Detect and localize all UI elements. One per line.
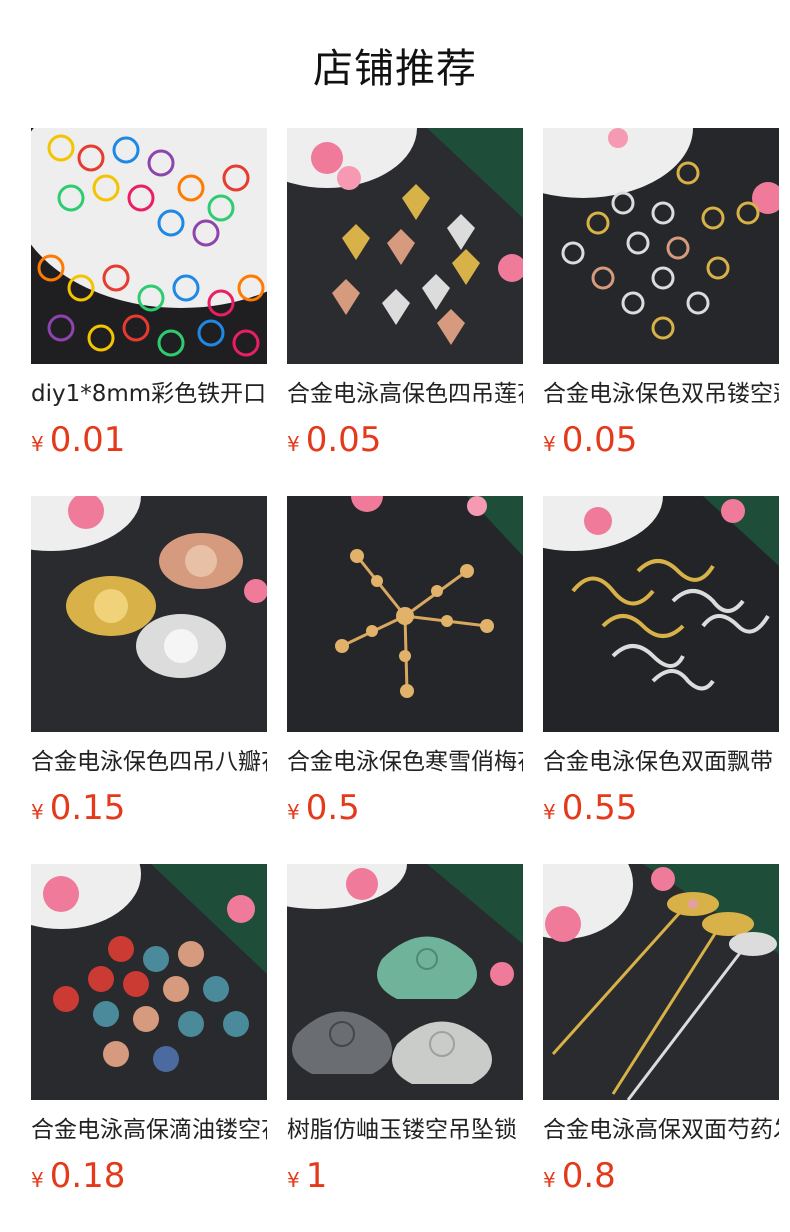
product-price: ¥0.5 — [287, 788, 523, 828]
currency-symbol: ¥ — [31, 1168, 44, 1192]
product-name[interactable]: 合金电泳高保滴油镂空花 — [31, 1116, 267, 1144]
product-name[interactable]: 合金电泳保色双吊镂空莲花 — [543, 380, 779, 408]
jade-lock-image[interactable] — [287, 864, 523, 1100]
product-name[interactable]: 合金电泳高保双面芍药发簪 — [543, 1116, 779, 1144]
product-card[interactable]: 合金电泳高保色四吊莲花 ¥0.05 — [287, 128, 523, 460]
currency-symbol: ¥ — [287, 1168, 300, 1192]
product-price: ¥0.05 — [543, 420, 779, 460]
product-card[interactable]: 合金电泳保色寒雪俏梅花 ¥0.5 — [287, 496, 523, 828]
price-value: 0.05 — [561, 420, 638, 460]
product-card[interactable]: 合金电泳保色双面飘带 ¥0.55 — [543, 496, 779, 828]
price-value: 0.55 — [561, 788, 638, 828]
product-price: ¥0.8 — [543, 1156, 779, 1196]
product-card[interactable]: diy1*8mm彩色铁开口圈 ¥0.01 — [31, 128, 267, 460]
product-price: ¥1 — [287, 1156, 523, 1196]
hairpin-image[interactable] — [543, 864, 779, 1100]
currency-symbol: ¥ — [31, 432, 44, 456]
price-value: 0.15 — [49, 788, 126, 828]
price-value: 0.18 — [49, 1156, 126, 1196]
plum-branch-image[interactable] — [287, 496, 523, 732]
currency-symbol: ¥ — [31, 800, 44, 824]
price-value: 0.5 — [305, 788, 360, 828]
product-name[interactable]: 合金电泳高保色四吊莲花 — [287, 380, 523, 408]
currency-symbol: ¥ — [543, 432, 556, 456]
price-value: 0.05 — [305, 420, 382, 460]
product-price: ¥0.01 — [31, 420, 267, 460]
price-value: 1 — [305, 1156, 328, 1196]
lotus-outline-image[interactable] — [543, 128, 779, 364]
enamel-flower-image[interactable] — [31, 864, 267, 1100]
product-name[interactable]: 合金电泳保色双面飘带 — [543, 748, 779, 776]
product-price: ¥0.18 — [31, 1156, 267, 1196]
currency-symbol: ¥ — [287, 800, 300, 824]
product-card[interactable]: 树脂仿岫玉镂空吊坠锁 ¥1 — [287, 864, 523, 1196]
ribbon-charm-image[interactable] — [543, 496, 779, 732]
currency-symbol: ¥ — [543, 1168, 556, 1192]
price-value: 0.01 — [49, 420, 126, 460]
product-price: ¥0.05 — [287, 420, 523, 460]
product-card[interactable]: 合金电泳保色四吊八瓣花 ¥0.15 — [31, 496, 267, 828]
currency-symbol: ¥ — [287, 432, 300, 456]
product-card[interactable]: 合金电泳保色双吊镂空莲花 ¥0.05 — [543, 128, 779, 460]
product-name[interactable]: 合金电泳保色寒雪俏梅花 — [287, 748, 523, 776]
product-price: ¥0.55 — [543, 788, 779, 828]
colorful-rings-image[interactable] — [31, 128, 267, 364]
product-price: ¥0.15 — [31, 788, 267, 828]
page-title: 店铺推荐 — [313, 46, 477, 92]
lotus-pendant-image[interactable] — [287, 128, 523, 364]
product-card[interactable]: 合金电泳高保双面芍药发簪 ¥0.8 — [543, 864, 779, 1196]
price-value: 0.8 — [561, 1156, 616, 1196]
product-card[interactable]: 合金电泳高保滴油镂空花 ¥0.18 — [31, 864, 267, 1196]
product-name[interactable]: 合金电泳保色四吊八瓣花 — [31, 748, 267, 776]
product-name[interactable]: diy1*8mm彩色铁开口圈 — [31, 380, 267, 408]
currency-symbol: ¥ — [543, 800, 556, 824]
eight-petal-flower-image[interactable] — [31, 496, 267, 732]
product-name[interactable]: 树脂仿岫玉镂空吊坠锁 — [287, 1116, 523, 1144]
